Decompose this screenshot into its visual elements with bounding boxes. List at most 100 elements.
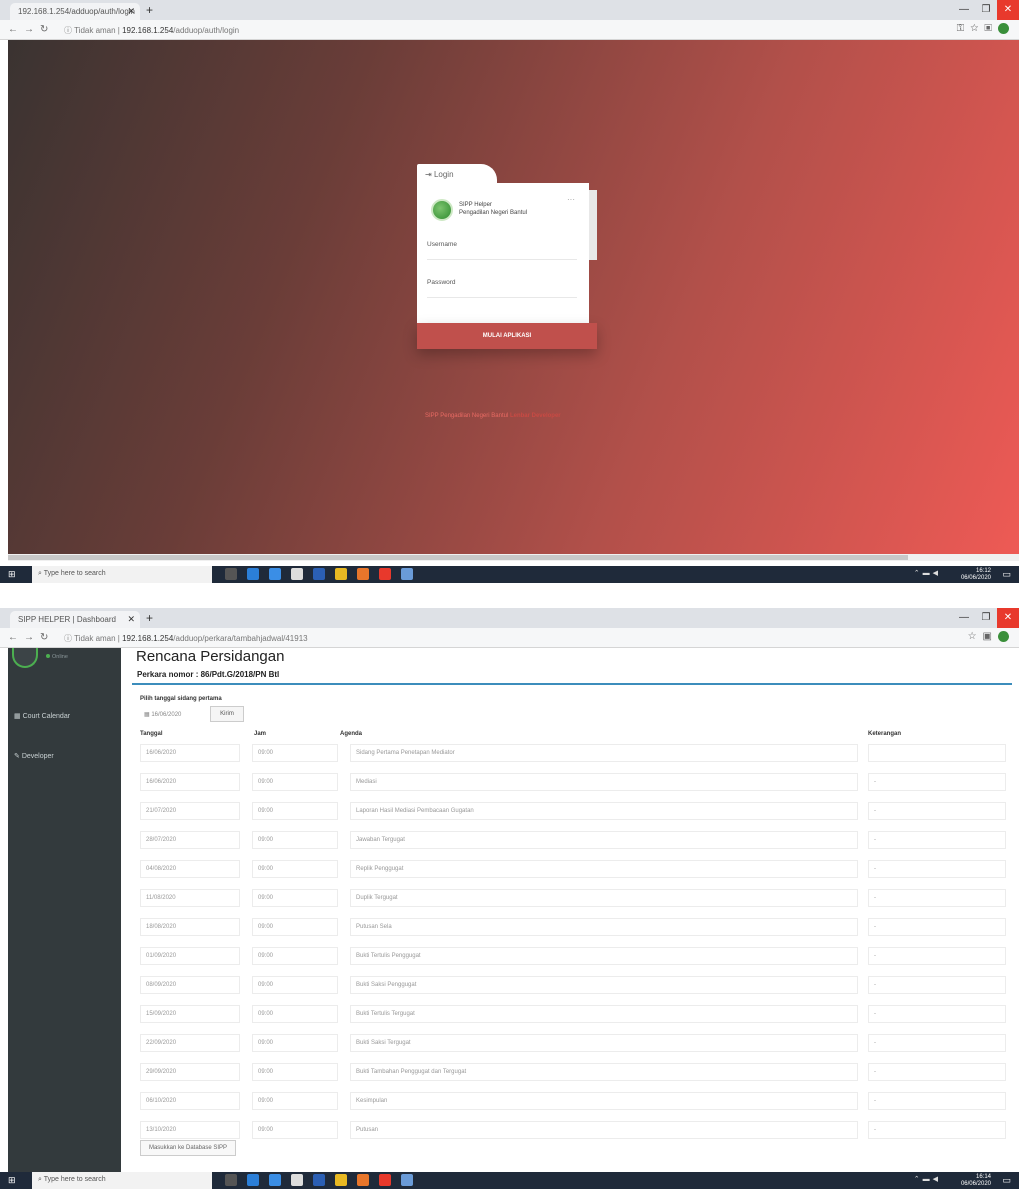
time-cell[interactable]: 09:00 (252, 860, 338, 878)
more-icon[interactable]: ··· (567, 195, 575, 204)
date-cell[interactable]: 16/06/2020 (140, 773, 240, 791)
minimize-icon[interactable]: — (953, 608, 975, 628)
chrome-icon[interactable] (379, 568, 391, 580)
note-cell[interactable]: - (868, 889, 1006, 907)
developer-link[interactable]: Lenbar Developer (510, 413, 561, 419)
date-cell[interactable]: 18/08/2020 (140, 918, 240, 936)
toolbar-icons[interactable]: ⚿☆▣ (957, 23, 1009, 34)
profile-icon[interactable] (998, 631, 1009, 642)
scrollbar-thumb[interactable] (8, 555, 908, 560)
agenda-cell[interactable]: Replik Penggugat (350, 860, 858, 878)
note-cell[interactable]: - (868, 860, 1006, 878)
nav-icons[interactable]: ←→↻ (8, 632, 54, 643)
time-cell[interactable]: 09:00 (252, 1063, 338, 1081)
agenda-cell[interactable]: Bukti Saksi Tergugat (350, 1034, 858, 1052)
time-cell[interactable]: 09:00 (252, 773, 338, 791)
taskbar-search[interactable]: ⌕ Type here to search (32, 566, 212, 583)
note-cell[interactable]: - (868, 1092, 1006, 1110)
tray-icons[interactable]: ⌃▬◀ (914, 1175, 941, 1183)
notification-icon[interactable]: ▭ (1002, 1175, 1011, 1186)
note-cell[interactable]: - (868, 947, 1006, 965)
date-cell[interactable]: 06/10/2020 (140, 1092, 240, 1110)
date-cell[interactable]: 08/09/2020 (140, 976, 240, 994)
edge-icon[interactable] (247, 1174, 259, 1186)
browser-tab[interactable]: 192.168.1.254/adduop/auth/login ✕ (10, 3, 140, 20)
taskbar-search[interactable]: ⌕ Type here to search (32, 1172, 212, 1189)
agenda-cell[interactable]: Jawaban Tergugat (350, 831, 858, 849)
time-cell[interactable]: 09:00 (252, 1005, 338, 1023)
nav-icons[interactable]: ←→↻ (8, 24, 54, 35)
windows-start-icon[interactable]: ⊞ (8, 569, 20, 580)
time-cell[interactable]: 09:00 (252, 744, 338, 762)
tray-icons[interactable]: ⌃▬◀ (914, 569, 941, 577)
browser-tab[interactable]: SIPP HELPER | Dashboard ✕ (10, 611, 140, 628)
time-cell[interactable]: 09:00 (252, 831, 338, 849)
time-cell[interactable]: 09:00 (252, 947, 338, 965)
note-cell[interactable]: - (868, 1063, 1006, 1081)
date-cell[interactable]: 28/07/2020 (140, 831, 240, 849)
date-cell[interactable]: 21/07/2020 (140, 802, 240, 820)
sidebar-item-developer[interactable]: ✎ Developer (14, 752, 54, 760)
word-icon[interactable] (313, 1174, 325, 1186)
agenda-cell[interactable]: Duplik Tergugat (350, 889, 858, 907)
close-window-icon[interactable]: ✕ (997, 608, 1019, 628)
tab-close-icon[interactable]: ✕ (127, 6, 135, 17)
note-cell[interactable]: - (868, 1121, 1006, 1139)
note-cell[interactable]: - (868, 802, 1006, 820)
mail-icon[interactable] (269, 1174, 281, 1186)
date-cell[interactable]: 22/09/2020 (140, 1034, 240, 1052)
profile-icon[interactable] (998, 23, 1009, 34)
time-cell[interactable]: 09:00 (252, 802, 338, 820)
firefox-icon[interactable] (357, 1174, 369, 1186)
note-cell[interactable]: - (868, 773, 1006, 791)
save-to-database-button[interactable]: Masukkan ke Database SIPP (140, 1140, 236, 1156)
date-cell[interactable]: 15/09/2020 (140, 1005, 240, 1023)
note-cell[interactable]: - (868, 976, 1006, 994)
date-cell[interactable]: 29/09/2020 (140, 1063, 240, 1081)
agenda-cell[interactable]: Laporan Hasil Mediasi Pembacaan Gugatan (350, 802, 858, 820)
agenda-cell[interactable]: Sidang Pertama Penetapan Mediator (350, 744, 858, 762)
new-tab-icon[interactable]: + (146, 3, 153, 17)
explorer-icon[interactable] (335, 568, 347, 580)
note-cell[interactable]: - (868, 831, 1006, 849)
time-cell[interactable]: 09:00 (252, 1092, 338, 1110)
tray-clock[interactable]: 16:12 06/06/2020 (961, 568, 991, 582)
send-button[interactable]: Kirim (210, 706, 244, 722)
date-cell[interactable]: 01/09/2020 (140, 947, 240, 965)
note-cell[interactable]: - (868, 918, 1006, 936)
horizontal-scrollbar[interactable] (8, 554, 1019, 561)
word-icon[interactable] (313, 568, 325, 580)
task-view-icon[interactable] (225, 1174, 237, 1186)
time-cell[interactable]: 09:00 (252, 976, 338, 994)
url-field[interactable]: ⓘ Tidak aman | 192.168.1.254/adduop/perk… (64, 633, 308, 644)
time-cell[interactable]: 09:00 (252, 918, 338, 936)
chrome-icon[interactable] (379, 1174, 391, 1186)
agenda-cell[interactable]: Mediasi (350, 773, 858, 791)
time-cell[interactable]: 09:00 (252, 889, 338, 907)
agenda-cell[interactable]: Bukti Tambahan Penggugat dan Tergugat (350, 1063, 858, 1081)
agenda-cell[interactable]: Kesimpulan (350, 1092, 858, 1110)
agenda-cell[interactable]: Bukti Tertulis Penggugat (350, 947, 858, 965)
new-tab-icon[interactable]: + (146, 611, 153, 625)
minimize-icon[interactable]: — (953, 0, 975, 20)
close-window-icon[interactable]: ✕ (997, 0, 1019, 20)
app-icon[interactable] (401, 1174, 413, 1186)
tab-close-icon[interactable]: ✕ (127, 614, 135, 625)
password-field[interactable] (427, 297, 577, 298)
explorer-icon[interactable] (335, 1174, 347, 1186)
agenda-cell[interactable]: Bukti Tertulis Tergugat (350, 1005, 858, 1023)
store-icon[interactable] (291, 568, 303, 580)
date-cell[interactable]: 04/08/2020 (140, 860, 240, 878)
agenda-cell[interactable]: Putusan Sela (350, 918, 858, 936)
agenda-cell[interactable]: Putusan (350, 1121, 858, 1139)
note-cell[interactable]: - (868, 1005, 1006, 1023)
firefox-icon[interactable] (357, 568, 369, 580)
task-view-icon[interactable] (225, 568, 237, 580)
agenda-cell[interactable]: Bukti Saksi Penggugat (350, 976, 858, 994)
notification-icon[interactable]: ▭ (1002, 569, 1011, 580)
maximize-icon[interactable]: ❐ (975, 0, 997, 20)
tray-clock[interactable]: 16:14 06/06/2020 (961, 1174, 991, 1188)
date-input[interactable]: ▦ 16/06/2020 (140, 708, 210, 723)
username-field[interactable] (427, 259, 577, 260)
note-cell[interactable] (868, 744, 1006, 762)
